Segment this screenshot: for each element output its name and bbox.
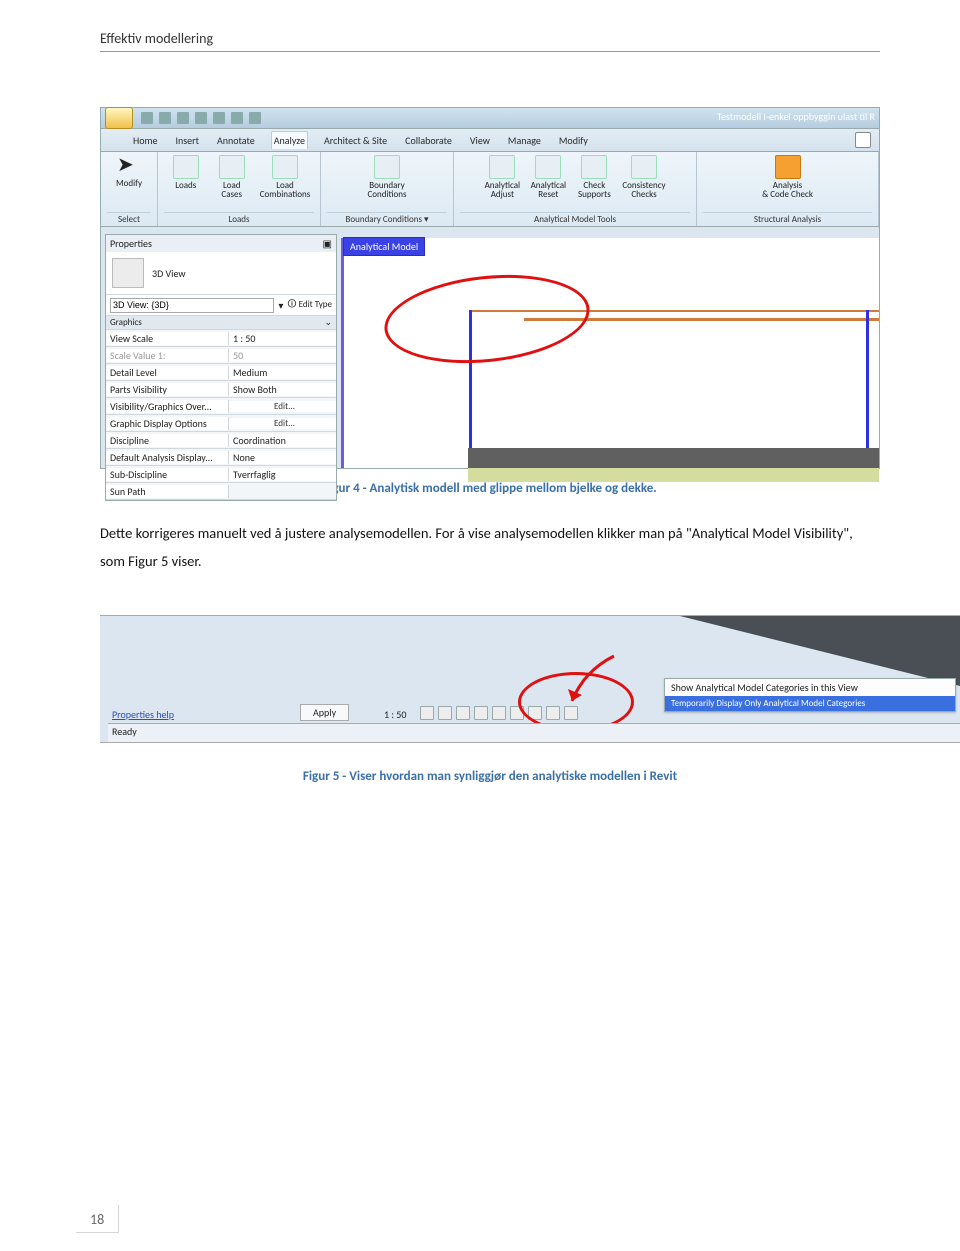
property-row[interactable]: Visibility/Graphics Over...Edit... bbox=[106, 398, 336, 415]
window-title: Testmodell I-enkel oppbyggin ulast til R bbox=[717, 110, 875, 123]
panel-title-boundary: Boundary Conditions ▾ bbox=[327, 212, 447, 225]
panel-title-select: Select bbox=[107, 212, 151, 225]
property-key: Discipline bbox=[106, 434, 229, 447]
property-value[interactable]: Medium bbox=[229, 366, 336, 379]
menu-item-show-analytical[interactable]: Show Analytical Model Categories in this… bbox=[665, 679, 955, 696]
check-supports-button[interactable]: Check Supports bbox=[576, 155, 612, 200]
apply-button[interactable]: Apply bbox=[300, 704, 349, 721]
tab-modify[interactable]: Modify bbox=[557, 132, 590, 149]
tab-architect-site[interactable]: Architect & Site bbox=[322, 132, 389, 149]
view-type-label: 3D View bbox=[152, 267, 186, 280]
modify-button[interactable]: ➤Modify bbox=[111, 155, 147, 188]
property-value[interactable]: Coordination bbox=[229, 434, 336, 447]
column-line bbox=[866, 310, 869, 468]
view-thumbnail-icon bbox=[112, 258, 144, 288]
viewbar-icon[interactable] bbox=[438, 706, 452, 720]
analytical-visibility-menu: Show Analytical Model Categories in this… bbox=[664, 678, 956, 712]
ribbon-tabs: Home Insert Annotate Analyze Architect &… bbox=[101, 129, 879, 152]
tab-annotate[interactable]: Annotate bbox=[215, 132, 257, 149]
property-row[interactable]: DisciplineCoordination bbox=[106, 432, 336, 449]
body-paragraph: Dette korrigeres manuelt ved å justere a… bbox=[100, 520, 880, 575]
property-row[interactable]: Sun Path bbox=[106, 483, 336, 500]
property-key: Scale Value 1: bbox=[106, 349, 229, 362]
page-header: Effektiv modellering bbox=[100, 30, 880, 52]
close-icon[interactable]: ▣ bbox=[323, 237, 332, 250]
model-corner bbox=[680, 616, 960, 686]
panel-title-structural: Structural Analysis bbox=[703, 212, 872, 225]
load-cases-button[interactable]: Load Cases bbox=[214, 155, 250, 200]
tab-analyze[interactable]: Analyze bbox=[271, 131, 308, 149]
analysis-code-check-button[interactable]: Analysis & Code Check bbox=[762, 155, 813, 200]
edit-type-button[interactable]: 🛈 Edit Type bbox=[287, 297, 332, 313]
property-value[interactable]: Show Both bbox=[229, 383, 336, 396]
quick-access-toolbar: Testmodell I-enkel oppbyggin ulast til R bbox=[101, 108, 879, 129]
properties-panel: Properties ▣ 3D View ▾ 🛈 Edit Type Graphi… bbox=[105, 234, 337, 501]
load-combinations-button[interactable]: Load Combinations bbox=[260, 155, 311, 200]
property-row[interactable]: Graphic Display OptionsEdit... bbox=[106, 415, 336, 432]
status-bar: Ready bbox=[108, 723, 960, 742]
analytical-reset-button[interactable]: Analytical Reset bbox=[530, 155, 566, 200]
view-tab[interactable]: Analytical Model bbox=[343, 237, 425, 256]
property-key: Sub-Discipline bbox=[106, 468, 229, 481]
property-row[interactable]: Scale Value 1:50 bbox=[106, 347, 336, 364]
panel-title-analytical-tools: Analytical Model Tools bbox=[460, 212, 690, 225]
property-value[interactable]: Tverrfaglig bbox=[229, 468, 336, 481]
consistency-checks-button[interactable]: Consistency Checks bbox=[622, 155, 665, 200]
property-value[interactable]: None bbox=[229, 451, 336, 464]
property-value[interactable]: 50 bbox=[229, 349, 336, 362]
property-key: Parts Visibility bbox=[106, 383, 229, 396]
help-icon[interactable] bbox=[855, 132, 871, 148]
viewbar-icon[interactable] bbox=[456, 706, 470, 720]
property-key: Graphic Display Options bbox=[106, 417, 229, 430]
analytical-adjust-button[interactable]: Analytical Adjust bbox=[484, 155, 520, 200]
tab-view[interactable]: View bbox=[468, 132, 492, 149]
property-row[interactable]: Default Analysis Display...None bbox=[106, 449, 336, 466]
viewbar-icon[interactable] bbox=[492, 706, 506, 720]
revit-screenshot-2: Show Analytical Model Categories in this… bbox=[100, 615, 960, 743]
property-category[interactable]: Graphics⌄ bbox=[106, 316, 336, 330]
tab-collaborate[interactable]: Collaborate bbox=[403, 132, 454, 149]
property-key: Sun Path bbox=[106, 485, 229, 498]
property-value[interactable]: Edit... bbox=[229, 401, 336, 412]
boundary-conditions-button[interactable]: Boundary Conditions bbox=[367, 155, 406, 200]
loads-button[interactable]: Loads bbox=[168, 155, 204, 190]
property-key: Default Analysis Display... bbox=[106, 451, 229, 464]
qat-save-icon[interactable] bbox=[159, 112, 171, 124]
property-row[interactable]: Detail LevelMedium bbox=[106, 364, 336, 381]
property-row[interactable]: View Scale1 : 50 bbox=[106, 330, 336, 347]
app-button[interactable] bbox=[105, 107, 133, 129]
property-row[interactable]: Sub-DisciplineTverrfaglig bbox=[106, 466, 336, 483]
viewbar-icon[interactable] bbox=[420, 706, 434, 720]
menu-item-temp-analytical[interactable]: Temporarily Display Only Analytical Mode… bbox=[665, 696, 955, 711]
property-value[interactable]: Edit... bbox=[229, 418, 336, 429]
figure-5-caption: Figur 5 - Viser hvordan man synliggjør d… bbox=[100, 769, 880, 784]
qat-open-icon[interactable] bbox=[141, 112, 153, 124]
view-scale-label: 1 : 50 bbox=[384, 708, 406, 721]
tab-home[interactable]: Home bbox=[131, 132, 159, 149]
panel-title-loads: Loads bbox=[164, 212, 314, 225]
tab-insert[interactable]: Insert bbox=[173, 132, 201, 149]
property-key: View Scale bbox=[106, 332, 229, 345]
property-key: Detail Level bbox=[106, 366, 229, 379]
view-selector-input[interactable] bbox=[110, 298, 274, 313]
property-key: Visibility/Graphics Over... bbox=[106, 400, 229, 413]
chevron-down-icon[interactable]: ▾ bbox=[278, 299, 283, 312]
ribbon: ➤Modify Select Loads Load Cases Load Com… bbox=[101, 152, 879, 227]
qat-undo-icon[interactable] bbox=[177, 112, 189, 124]
qat-redo-icon[interactable] bbox=[195, 112, 207, 124]
qat-icon[interactable] bbox=[231, 112, 243, 124]
tab-manage[interactable]: Manage bbox=[506, 132, 543, 149]
qat-icon[interactable] bbox=[249, 112, 261, 124]
annotation-circle bbox=[380, 265, 594, 372]
slab bbox=[468, 448, 879, 482]
properties-title: Properties bbox=[110, 237, 152, 250]
properties-help-link[interactable]: Properties help bbox=[112, 708, 174, 721]
viewbar-icon[interactable] bbox=[474, 706, 488, 720]
revit-screenshot-1: Testmodell I-enkel oppbyggin ulast til R… bbox=[100, 107, 880, 469]
qat-icon[interactable] bbox=[213, 112, 225, 124]
drawing-canvas[interactable]: Analytical Model bbox=[341, 238, 879, 468]
property-row[interactable]: Parts VisibilityShow Both bbox=[106, 381, 336, 398]
property-value[interactable]: 1 : 50 bbox=[229, 332, 336, 345]
page-number: 18 bbox=[76, 1205, 119, 1233]
